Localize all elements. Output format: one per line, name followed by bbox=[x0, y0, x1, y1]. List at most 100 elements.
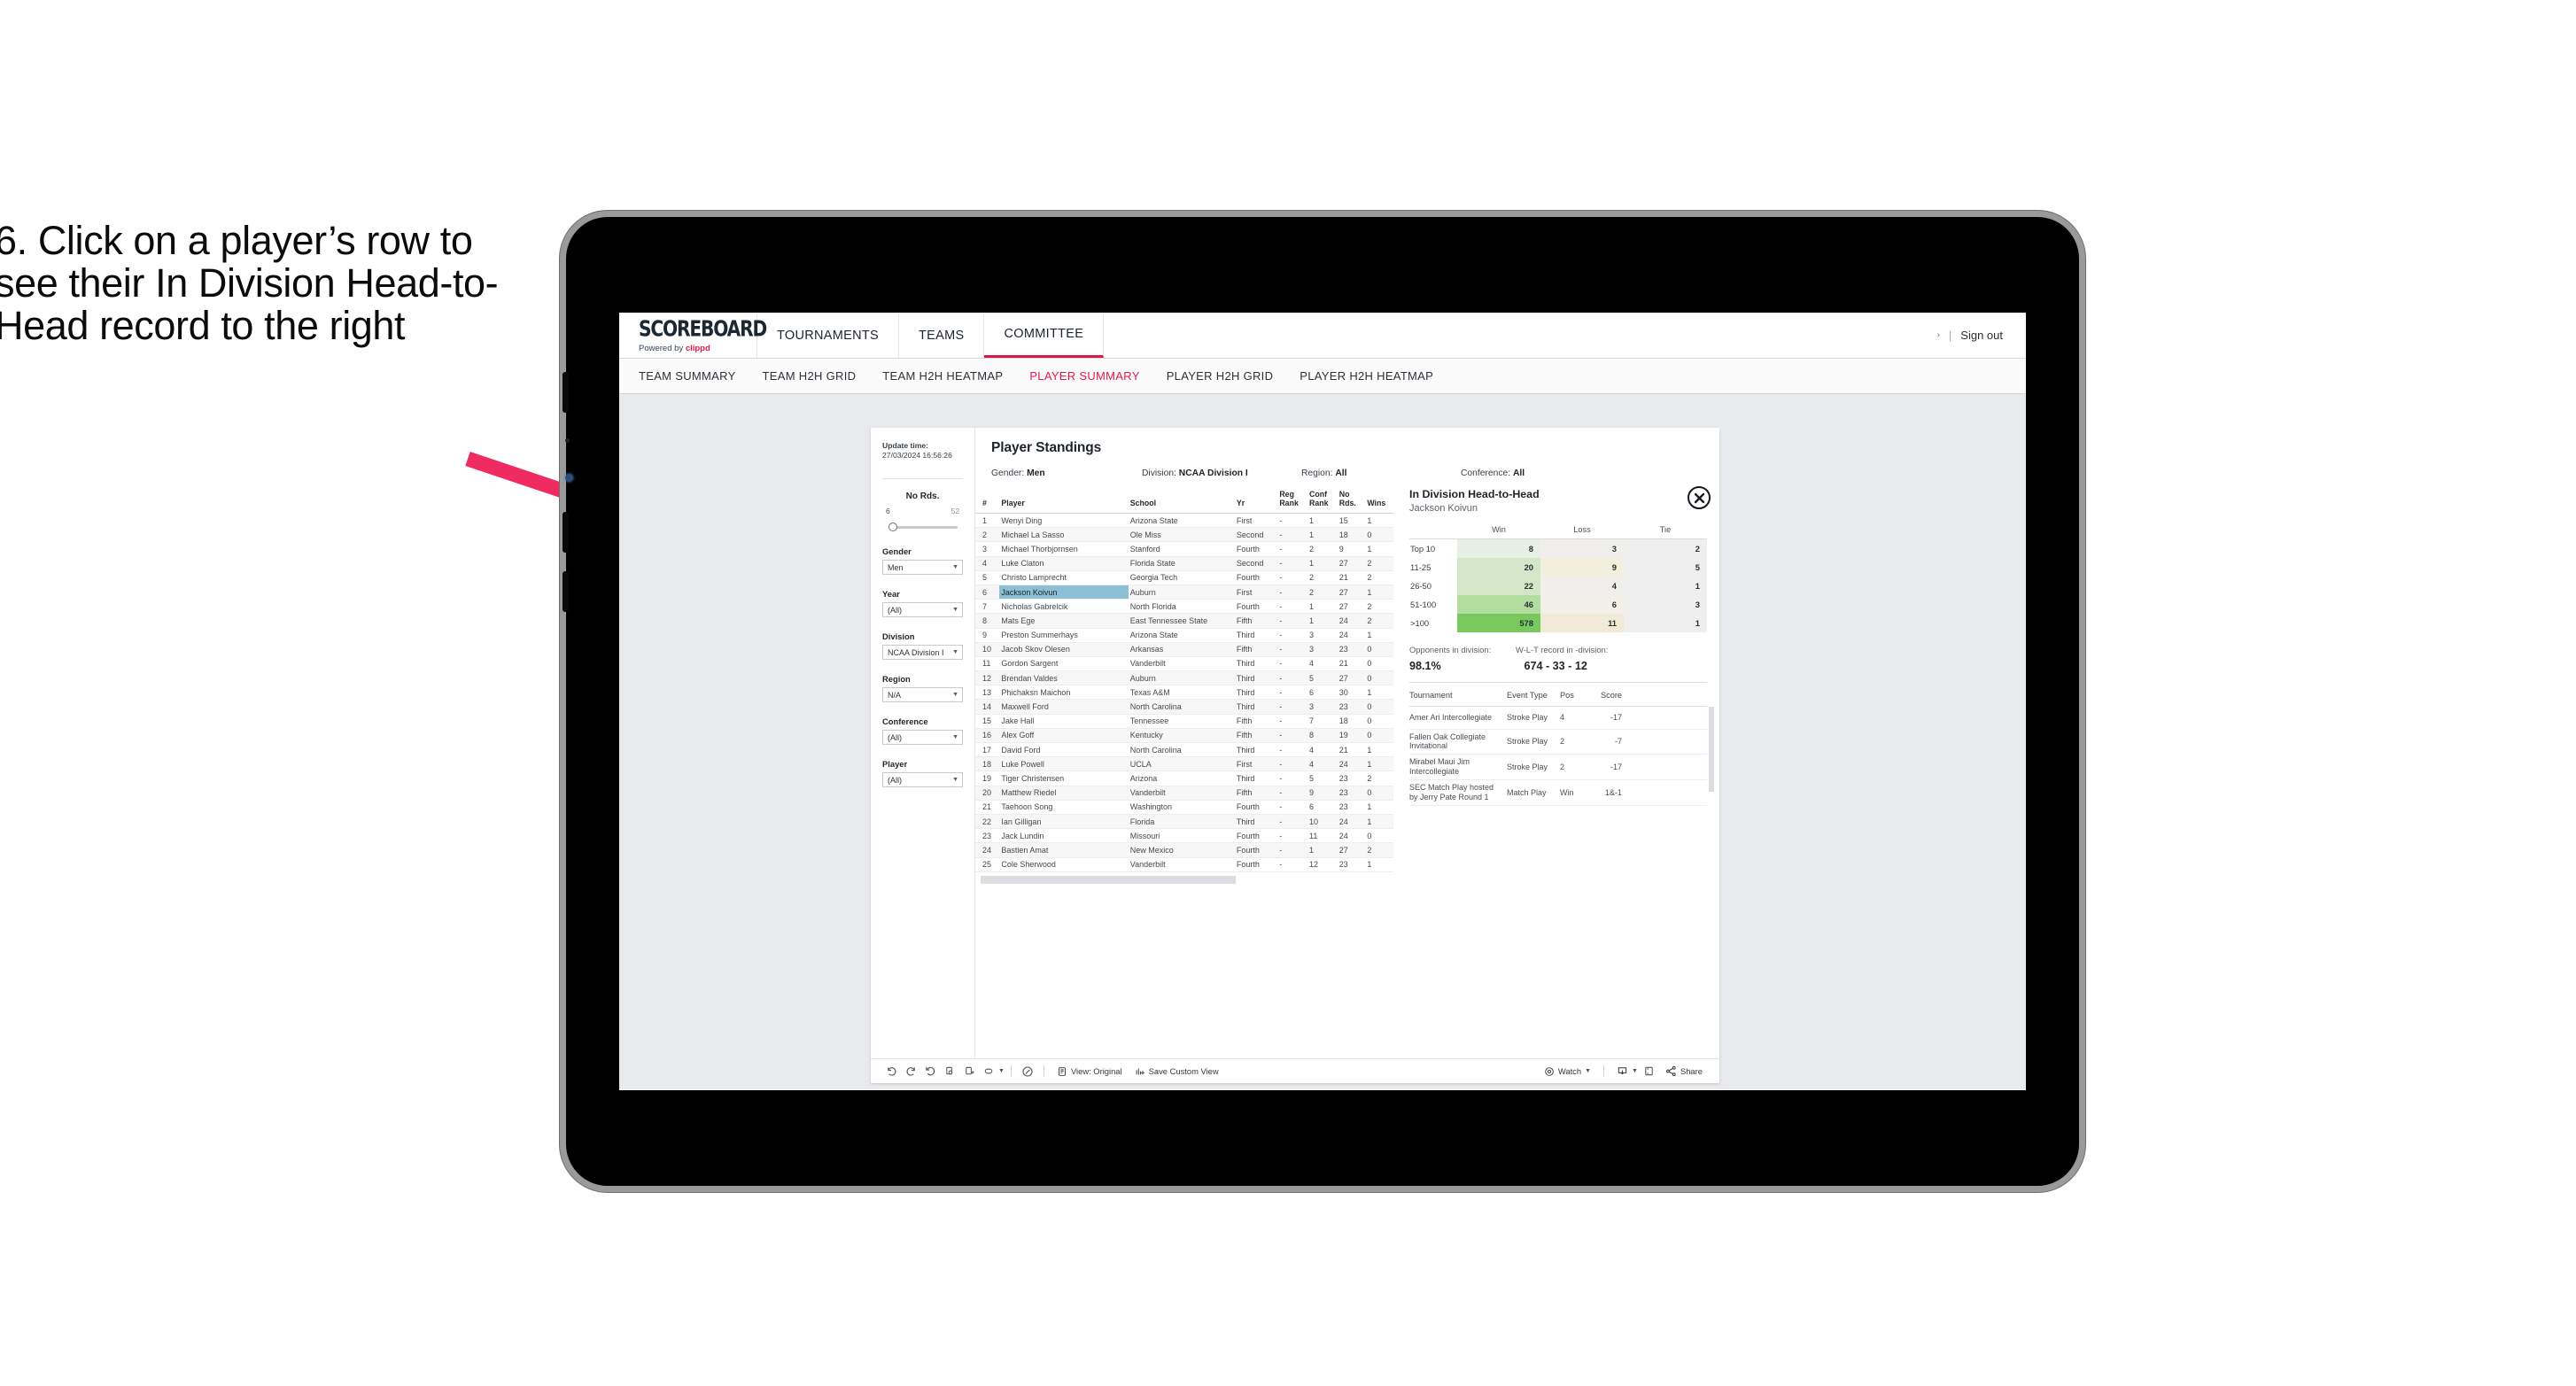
tab-team-h2h-grid[interactable]: TEAM H2H GRID bbox=[763, 369, 857, 383]
table-row[interactable]: 21 Taehoon Song Washington Fourth - 6 23 1 bbox=[975, 800, 1393, 815]
tab-player-h2h-grid[interactable]: PLAYER H2H GRID bbox=[1167, 369, 1274, 383]
tournament-row[interactable]: SEC Match Play hosted by Jerry Pate Roun… bbox=[1409, 780, 1707, 807]
cell-player: Jackson Koivun bbox=[999, 585, 1129, 600]
slider-handle[interactable] bbox=[888, 523, 897, 531]
save-custom-view-button[interactable]: Save Custom View bbox=[1129, 1066, 1225, 1077]
no-rounds-slider[interactable] bbox=[888, 522, 958, 532]
h2h-matrix: Win Loss Tie Top 10 8 3 2 11-25 20 9 5 26-50 22 4 1… bbox=[1409, 525, 1707, 632]
col-yr[interactable]: Yr bbox=[1235, 488, 1277, 514]
cell-school: Arkansas bbox=[1129, 645, 1164, 654]
table-row[interactable]: 20 Matthew Riedel Vanderbilt Fifth - 9 23 0 bbox=[975, 786, 1393, 801]
cell-player: Wenyi Ding bbox=[1001, 515, 1043, 525]
filter-division-select[interactable]: NCAA Division I ▼ bbox=[882, 645, 963, 660]
tournament-row[interactable]: Amer Ari Intercollegiate Stroke Play 4 -17 bbox=[1409, 707, 1707, 730]
col-wins[interactable]: Wins bbox=[1365, 488, 1393, 514]
filter-year: Year (All) ▼ bbox=[882, 589, 963, 617]
h2h-row: Top 10 8 3 2 bbox=[1409, 538, 1707, 558]
no-rounds-label: No Rds. bbox=[905, 492, 940, 501]
filter-year-select[interactable]: (All) ▼ bbox=[882, 602, 963, 617]
cell-school: Missouri bbox=[1129, 831, 1160, 840]
tab-player-summary[interactable]: PLAYER SUMMARY bbox=[1029, 369, 1139, 383]
table-row[interactable]: 25 Cole Sherwood Vanderbilt Fourth - 12 23 1 bbox=[975, 857, 1393, 872]
share-button[interactable]: Share bbox=[1659, 1065, 1709, 1077]
table-row[interactable]: 10 Jacob Skov Olesen Arkansas Fifth - 3 23 0 bbox=[975, 642, 1393, 657]
filter-divider bbox=[882, 478, 963, 479]
close-icon[interactable] bbox=[1688, 486, 1711, 509]
cell-player: Bastien Amat bbox=[1001, 845, 1049, 855]
table-row[interactable]: 16 Alex Goff Kentucky Fifth - 8 19 0 bbox=[975, 728, 1393, 743]
cell-yr: Fifth bbox=[1236, 616, 1253, 625]
shape-icon[interactable] bbox=[979, 1063, 998, 1080]
cell-wins: 1 bbox=[1367, 631, 1372, 640]
table-row[interactable]: 11 Gordon Sargent Vanderbilt Third - 4 21 0 bbox=[975, 656, 1393, 671]
table-row[interactable]: 8 Mats Ege East Tennessee State Fifth - 1 24 2 bbox=[975, 613, 1393, 628]
h2h-loss-cell: 11 bbox=[1540, 613, 1624, 632]
chevron-down-icon[interactable]: ▼ bbox=[998, 1068, 1005, 1074]
tournament-vertical-scrollbar[interactable] bbox=[1709, 706, 1714, 792]
pause-refresh-icon[interactable] bbox=[940, 1063, 959, 1080]
table-row[interactable]: 18 Luke Powell UCLA First - 4 24 1 bbox=[975, 756, 1393, 771]
cell-reg-rank: - bbox=[1279, 515, 1283, 525]
watch-button[interactable]: Watch ▼ bbox=[1538, 1066, 1597, 1077]
col-reg-rank[interactable]: Reg Rank bbox=[1277, 488, 1307, 514]
table-row[interactable]: 12 Brendan Valdes Auburn Third - 5 27 0 bbox=[975, 670, 1393, 685]
tournament-row[interactable]: Mirabel Maui Jim Intercollegiate Stroke P… bbox=[1409, 755, 1707, 781]
revert-icon[interactable] bbox=[920, 1063, 940, 1080]
cell-conf-rank: 1 bbox=[1309, 530, 1315, 539]
cell-wins: 0 bbox=[1367, 788, 1372, 798]
cell-conf-rank: 6 bbox=[1309, 802, 1315, 812]
table-row[interactable]: 5 Christo Lamprecht Georgia Tech Fourth - 2 21… bbox=[975, 570, 1393, 585]
cell-rank: 24 bbox=[982, 845, 992, 855]
filter-gender-select[interactable]: Men ▼ bbox=[882, 560, 963, 575]
table-row[interactable]: 3 Michael Thorbjornsen Stanford Fourth - 2 9 1 bbox=[975, 542, 1393, 557]
resume-refresh-icon[interactable] bbox=[959, 1063, 979, 1080]
cell-reg-rank: - bbox=[1279, 559, 1283, 569]
col-rank[interactable]: # bbox=[975, 488, 999, 514]
filter-player-select[interactable]: (All) ▼ bbox=[882, 772, 963, 787]
pause-auto-update-icon[interactable] bbox=[1018, 1063, 1037, 1080]
table-row[interactable]: 7 Nicholas Gabrelcik North Florida Fourth - 1… bbox=[975, 600, 1393, 614]
table-row[interactable]: 1 Wenyi Ding Arizona State First - 1 15 1 bbox=[975, 514, 1393, 528]
tab-team-summary[interactable]: TEAM SUMMARY bbox=[639, 369, 736, 383]
table-row[interactable]: 14 Maxwell Ford North Carolina Third - 3 23 0 bbox=[975, 699, 1393, 715]
chevron-right-icon[interactable]: › bbox=[1937, 330, 1940, 340]
topnav-tournaments[interactable]: TOURNAMENTS bbox=[757, 313, 900, 358]
chevron-down-icon: ▼ bbox=[1585, 1068, 1592, 1074]
download-button[interactable]: ▼ bbox=[1610, 1065, 1640, 1077]
h2h-row: >100 578 11 1 bbox=[1409, 613, 1707, 632]
tab-player-h2h-heatmap[interactable]: PLAYER H2H HEATMAP bbox=[1300, 369, 1433, 383]
table-row[interactable]: 23 Jack Lundin Missouri Fourth - 11 24 0 bbox=[975, 829, 1393, 843]
table-row[interactable]: 2 Michael La Sasso Ole Miss Second - 1 18 0 bbox=[975, 527, 1393, 542]
sign-out-link[interactable]: Sign out bbox=[1960, 329, 2003, 342]
topnav-teams[interactable]: TEAMS bbox=[899, 313, 985, 358]
standings-header: Player Standings Gender: Men Division: N… bbox=[975, 428, 1719, 478]
filter-region-select[interactable]: N/A ▼ bbox=[882, 687, 963, 702]
table-horizontal-scrollbar[interactable] bbox=[975, 875, 1393, 884]
table-row[interactable]: 22 Ian Gilligan Florida Third - 10 24 1 bbox=[975, 814, 1393, 829]
table-row[interactable]: 9 Preston Summerhays Arizona State Third - 3 2… bbox=[975, 628, 1393, 643]
table-row[interactable]: 13 Phichaksn Maichon Texas A&M Third - 6 30 1 bbox=[975, 685, 1393, 700]
undo-icon[interactable] bbox=[881, 1063, 901, 1080]
col-school[interactable]: School bbox=[1129, 488, 1235, 514]
filter-conference-select[interactable]: (All) ▼ bbox=[882, 730, 963, 745]
cell-conf-rank: 1 bbox=[1309, 559, 1315, 569]
topnav-committee[interactable]: COMMITTEE bbox=[984, 313, 1105, 358]
table-row[interactable]: 17 David Ford North Carolina Third - 4 21 1 bbox=[975, 743, 1393, 757]
tab-team-h2h-heatmap[interactable]: TEAM H2H HEATMAP bbox=[882, 369, 1003, 383]
table-row[interactable]: 15 Jake Hall Tennessee Fifth - 7 18 0 bbox=[975, 714, 1393, 729]
table-row[interactable]: 24 Bastien Amat New Mexico Fourth - 1 27 2 bbox=[975, 842, 1393, 857]
cell-reg-rank: - bbox=[1279, 817, 1283, 826]
h2h-win-cell: 22 bbox=[1457, 576, 1540, 595]
col-conf-rank[interactable]: Conf Rank bbox=[1307, 488, 1338, 514]
redo-icon[interactable] bbox=[901, 1063, 920, 1080]
fullscreen-icon[interactable] bbox=[1640, 1063, 1659, 1080]
tournament-row[interactable]: Fallen Oak Collegiate Invitational Stroke… bbox=[1409, 730, 1707, 755]
col-no-rds[interactable]: No Rds. bbox=[1338, 488, 1366, 514]
scrollbar-thumb[interactable] bbox=[981, 875, 1236, 884]
col-player[interactable]: Player bbox=[999, 488, 1128, 514]
view-original-button[interactable]: View: Original bbox=[1051, 1066, 1129, 1077]
table-row[interactable]: 6 Jackson Koivun Auburn First - 2 27 1 bbox=[975, 585, 1393, 600]
table-row[interactable]: 4 Luke Claton Florida State Second - 1 27 2 bbox=[975, 556, 1393, 571]
cell-yr: Third bbox=[1236, 631, 1255, 640]
table-row[interactable]: 19 Tiger Christensen Arizona Third - 5 23 2 bbox=[975, 771, 1393, 786]
